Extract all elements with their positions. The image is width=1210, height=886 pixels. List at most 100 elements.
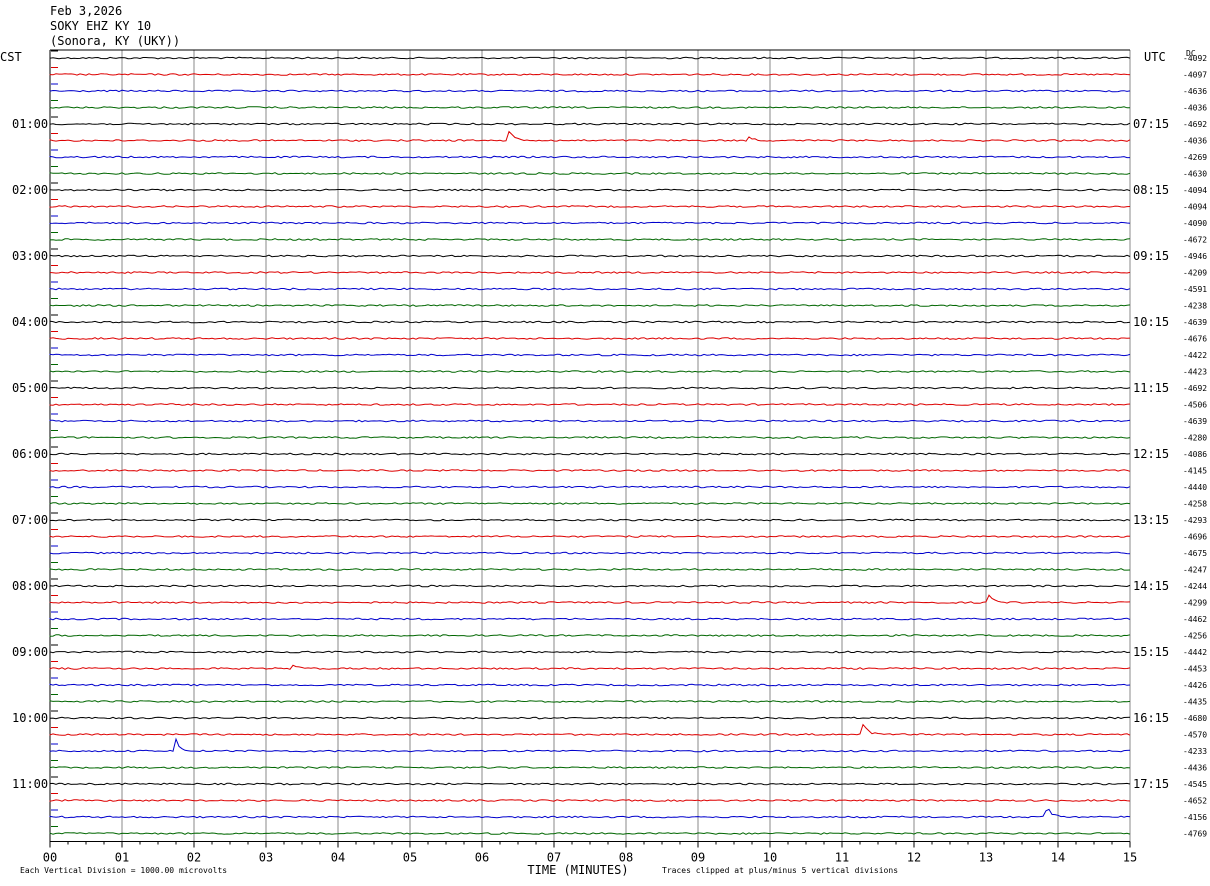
dc-offset-label: -4036	[1183, 104, 1207, 113]
trace-line	[49, 469, 1131, 472]
trace-line	[49, 403, 1131, 406]
dc-offset-label: -4506	[1183, 401, 1207, 410]
left-hour-label: 02:00	[12, 183, 48, 197]
dc-offset-label: -4293	[1183, 516, 1207, 525]
dc-offset-label: -4462	[1183, 615, 1207, 624]
left-hour-label: 07:00	[12, 513, 48, 527]
trace-line	[49, 737, 1131, 753]
dc-offset-label: -4145	[1183, 467, 1207, 476]
dc-offset-label: -4769	[1183, 830, 1207, 839]
trace-line	[49, 221, 1131, 225]
right-hour-label: 16:15	[1133, 711, 1169, 725]
dc-offset-label: -4570	[1183, 731, 1207, 740]
dc-offset-label: -4426	[1183, 681, 1207, 690]
dc-offset-label: -4209	[1183, 269, 1207, 278]
dc-offset-label: -4435	[1183, 698, 1207, 707]
trace-line	[49, 700, 1131, 703]
left-hour-label: 06:00	[12, 447, 48, 461]
dc-offset-label: -4636	[1183, 87, 1207, 96]
trace-line	[49, 238, 1131, 241]
trace-line	[49, 172, 1131, 175]
trace-line	[49, 594, 1131, 604]
trace-line	[49, 370, 1131, 373]
trace-line	[49, 535, 1131, 538]
trace-line	[49, 683, 1131, 687]
x-tick-label: 09	[691, 851, 705, 865]
right-hour-label: 13:15	[1133, 513, 1169, 527]
dc-offset-label: -4086	[1183, 450, 1207, 459]
trace-line	[49, 716, 1131, 720]
x-tick-label: 05	[403, 851, 417, 865]
left-hour-label: 10:00	[12, 711, 48, 725]
dc-offset-label: -4672	[1183, 236, 1207, 245]
trace-line	[49, 304, 1131, 307]
dc-offset-label: -4156	[1183, 813, 1207, 822]
trace-line	[49, 436, 1131, 439]
trace-line	[49, 56, 1131, 60]
dc-offset-label: -4233	[1183, 747, 1207, 756]
x-tick-label: 13	[979, 851, 993, 865]
dc-offset-label: -4094	[1183, 203, 1207, 212]
dc-offset-label: -4269	[1183, 153, 1207, 162]
x-tick-label: 11	[835, 851, 849, 865]
dc-offset-label: -4639	[1183, 318, 1207, 327]
trace-line	[49, 518, 1131, 522]
dc-offset-label: -4423	[1183, 368, 1207, 377]
trace-line	[49, 287, 1131, 291]
x-tick-label: 15	[1123, 851, 1137, 865]
dc-offset-label: -4247	[1183, 566, 1207, 575]
trace-line	[49, 568, 1131, 571]
dc-offset-label: -4280	[1183, 434, 1207, 443]
left-hour-label: 01:00	[12, 117, 48, 131]
right-hour-label: 12:15	[1133, 447, 1169, 461]
x-tick-label: 12	[907, 851, 921, 865]
x-tick-label: 04	[331, 851, 345, 865]
trace-line	[49, 782, 1131, 786]
left-hour-label: 05:00	[12, 381, 48, 395]
right-hour-label: 07:15	[1133, 117, 1169, 131]
dc-offset-label: -4692	[1183, 384, 1207, 393]
dc-offset-label: -4680	[1183, 714, 1207, 723]
dc-offset-label: -4545	[1183, 780, 1207, 789]
trace-line	[49, 320, 1131, 324]
dc-offset-label: -4442	[1183, 648, 1207, 657]
x-tick-label: 06	[475, 851, 489, 865]
dc-offset-label: -4453	[1183, 665, 1207, 674]
dc-offset-label: -4436	[1183, 764, 1207, 773]
dc-offset-label: -4639	[1183, 417, 1207, 426]
trace-line	[49, 89, 1131, 93]
helicorder-chart: -4092 -4097 -4636 -4036 -4692 -4036 -4269 -4630…	[12, 49, 1207, 877]
trace-line	[49, 551, 1131, 555]
dc-offset-label: -4692	[1183, 120, 1207, 129]
right-hour-label: 10:15	[1133, 315, 1169, 329]
trace-line	[49, 832, 1131, 835]
trace-line	[49, 502, 1131, 505]
right-hour-label: 08:15	[1133, 183, 1169, 197]
x-tick-label: 03	[259, 851, 273, 865]
x-tick-label: 00	[43, 851, 57, 865]
clip-note: Traces clipped at plus/minus 5 vertical …	[662, 866, 899, 875]
trace-line	[49, 130, 1131, 142]
right-hour-label: 09:15	[1133, 249, 1169, 263]
trace-line	[49, 254, 1131, 258]
left-hour-label: 08:00	[12, 579, 48, 593]
trace-line	[49, 452, 1131, 456]
trace-line	[49, 73, 1131, 76]
dc-offset-label: -4676	[1183, 335, 1207, 344]
dc-offset-label: -4238	[1183, 302, 1207, 311]
right-hour-label: 17:15	[1133, 777, 1169, 791]
trace-line	[49, 799, 1131, 802]
dc-offset-label: -4256	[1183, 632, 1207, 641]
right-hour-label: 15:15	[1133, 645, 1169, 659]
trace-line	[49, 271, 1131, 274]
trace-line	[49, 353, 1131, 357]
trace-line	[49, 808, 1131, 819]
dc-offset-label: -4299	[1183, 599, 1207, 608]
dc-offset-label: -4591	[1183, 285, 1207, 294]
dc-offset-label: -4036	[1183, 137, 1207, 146]
trace-line	[49, 723, 1131, 736]
dc-offset-label: -4422	[1183, 351, 1207, 360]
trace-line	[49, 122, 1131, 126]
trace-line	[49, 106, 1131, 109]
scale-note: Each Vertical Division = 1000.00 microvo…	[20, 866, 228, 875]
